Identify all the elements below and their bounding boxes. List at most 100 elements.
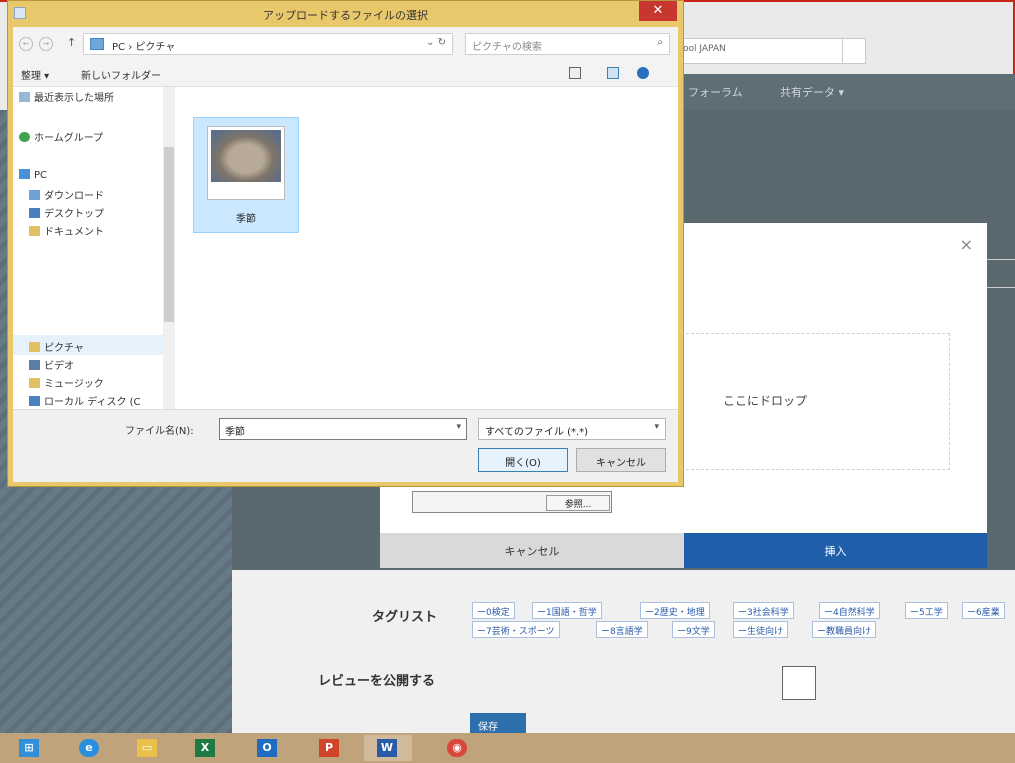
tag-item[interactable]: ー4自然科学	[819, 602, 880, 619]
nav-shared-data-menu[interactable]: 共有データ ▾	[780, 84, 844, 100]
filetype-value: すべてのファイル (*.*)	[485, 427, 589, 438]
back-arrow-icon[interactable]: ←	[19, 37, 33, 51]
taskbar-internet-explorer[interactable]: e	[66, 735, 114, 761]
nav-label: ピクチャ	[44, 343, 84, 354]
nav-label: 最近表示した場所	[34, 93, 114, 104]
view-options-icon[interactable]	[569, 67, 581, 79]
taskbar-powerpoint[interactable]: P	[306, 735, 354, 761]
tag-item[interactable]: ー1国語・哲学	[532, 602, 602, 619]
filename-input[interactable]: 季節 ▾	[219, 418, 467, 440]
publish-review-checkbox[interactable]	[782, 666, 816, 700]
search-icon[interactable]: ⌕	[657, 37, 663, 48]
taskbar-chrome[interactable]: ◉	[434, 735, 482, 761]
taskbar-word[interactable]: W	[364, 735, 412, 761]
chevron-down-icon[interactable]: ▾	[456, 422, 461, 432]
tag-item[interactable]: ー教職員向け	[812, 621, 877, 638]
address-bar[interactable]: ool JAPAN	[676, 38, 866, 64]
save-button[interactable]: 保存	[470, 713, 526, 735]
new-folder-button[interactable]: 新しいフォルダー	[81, 67, 161, 82]
tag-list-label: タグリスト	[372, 610, 438, 625]
recent-places-icon	[19, 92, 30, 102]
dialog-toolbar: 整理 ▾ 新しいフォルダー	[13, 61, 678, 87]
nav-videos[interactable]: ビデオ	[29, 357, 74, 373]
tag-item[interactable]: ー5工学	[905, 602, 948, 619]
nav-label: ビデオ	[44, 361, 74, 372]
taskbar-excel[interactable]: X	[182, 735, 230, 761]
taskbar-file-explorer[interactable]: ▭	[124, 735, 172, 761]
organize-menu[interactable]: 整理 ▾	[21, 67, 49, 82]
file-explorer-icon: ▭	[137, 739, 157, 757]
taskbar-outlook[interactable]: O	[244, 735, 292, 761]
divider	[987, 287, 1015, 288]
pictures-folder-icon	[90, 38, 104, 50]
forward-arrow-icon[interactable]: →	[39, 37, 53, 51]
browse-button[interactable]: 参照...	[546, 495, 610, 511]
nav-downloads[interactable]: ダウンロード	[29, 187, 104, 203]
downloads-icon	[29, 190, 40, 200]
pc-icon	[19, 169, 30, 179]
tag-item[interactable]: ー生徒向け	[733, 621, 789, 638]
image-thumbnail	[207, 126, 285, 200]
help-icon[interactable]	[637, 67, 649, 79]
nav-music[interactable]: ミュージック	[29, 375, 104, 391]
excel-icon: X	[195, 739, 215, 757]
tag-item[interactable]: ー0検定	[472, 602, 515, 619]
powerpoint-icon: P	[319, 739, 339, 757]
navigation-row: ← → ↑ PC › ピクチャ ⌄ ↻ ピクチャの検索 ⌕	[13, 27, 678, 61]
nav-label: PC	[34, 170, 48, 181]
videos-icon	[29, 360, 40, 370]
file-list-pane: 季節	[175, 87, 678, 409]
start-button[interactable]: ⊞	[6, 735, 54, 761]
tag-item[interactable]: ー6産業	[962, 602, 1005, 619]
search-input[interactable]: ピクチャの検索 ⌕	[465, 33, 670, 55]
nav-documents[interactable]: ドキュメント	[29, 223, 104, 239]
scrollbar-thumb[interactable]	[164, 147, 174, 322]
filename-label: ファイル名(N):	[125, 426, 194, 437]
dialog-body: ← → ↑ PC › ピクチャ ⌄ ↻ ピクチャの検索 ⌕ 整理 ▾ 新しいフォ…	[13, 27, 678, 482]
divider	[987, 259, 1015, 260]
chrome-icon: ◉	[447, 739, 467, 757]
navigation-pane: 最近表示した場所 ホームグループ PC ダウンロード デスクトップ ドキュメント…	[13, 87, 175, 409]
nav-forum-link[interactable]: フォーラム	[688, 84, 743, 100]
nav-label: ミュージック	[44, 379, 104, 390]
nav-label: ダウンロード	[44, 191, 104, 202]
modal-cancel-button[interactable]: キャンセル	[380, 533, 684, 568]
nav-label: ホームグループ	[34, 133, 104, 144]
tag-item[interactable]: ー3社会科学	[733, 602, 794, 619]
nav-label: ローカル ディスク (C	[44, 397, 141, 408]
up-arrow-icon[interactable]: ↑	[67, 36, 76, 49]
navigation-scrollbar[interactable]	[163, 87, 175, 409]
nav-local-disk-c[interactable]: ローカル ディスク (C	[29, 393, 141, 409]
nav-desktop[interactable]: デスクトップ	[29, 205, 104, 221]
desktop-icon	[29, 208, 40, 218]
windows-start-icon: ⊞	[19, 739, 39, 757]
chevron-down-icon[interactable]: ▾	[654, 422, 659, 432]
file-name: 季節	[236, 214, 256, 225]
drop-zone-text: ここにドロップ	[723, 394, 808, 408]
filetype-select[interactable]: すべてのファイル (*.*) ▾	[478, 418, 666, 440]
publish-review-label: レビューを公開する	[318, 674, 436, 689]
tag-item[interactable]: ー2歴史・地理	[640, 602, 710, 619]
filename-value: 季節	[225, 427, 245, 438]
modal-insert-button[interactable]: 挿入	[684, 533, 987, 568]
nav-pc[interactable]: PC	[19, 169, 47, 185]
refresh-icon[interactable]: ⌄ ↻	[426, 37, 446, 48]
file-item[interactable]: 季節	[193, 117, 299, 233]
location-bar[interactable]: PC › ピクチャ ⌄ ↻	[83, 33, 453, 55]
tag-item[interactable]: ー9文学	[672, 621, 715, 638]
outlook-icon: O	[257, 739, 277, 757]
dialog-close-button[interactable]: ✕	[639, 1, 677, 21]
dialog-footer: ファイル名(N): 季節 ▾ すべてのファイル (*.*) ▾ 開く(O) キャ…	[13, 409, 678, 482]
cancel-button[interactable]: キャンセル	[576, 448, 666, 472]
pictures-icon	[29, 342, 40, 352]
tag-item[interactable]: ー7芸術・スポーツ	[472, 621, 560, 638]
open-button[interactable]: 開く(O)	[478, 448, 568, 472]
nav-homegroup[interactable]: ホームグループ	[19, 129, 103, 145]
tag-item[interactable]: ー8言語学	[596, 621, 648, 638]
nav-recent-places[interactable]: 最近表示した場所	[19, 89, 114, 105]
location-path-text: PC › ピクチャ	[112, 42, 176, 53]
nav-pictures[interactable]: ピクチャ	[29, 339, 84, 355]
modal-close-icon[interactable]: ×	[960, 235, 973, 254]
dialog-titlebar[interactable]: アップロードするファイルの選択 ✕	[8, 1, 683, 27]
preview-pane-icon[interactable]	[607, 67, 619, 79]
